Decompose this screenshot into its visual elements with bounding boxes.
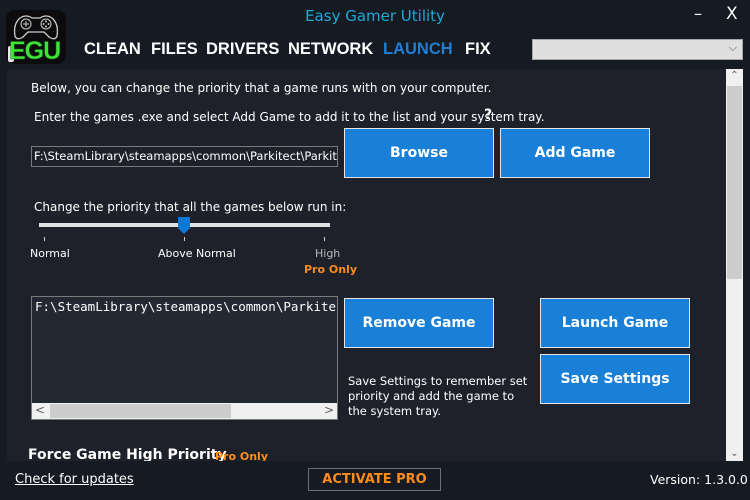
add-game-button[interactable]: Add Game bbox=[500, 128, 650, 178]
scroll-up-icon[interactable]: ⌃ bbox=[726, 70, 743, 81]
nav-tab-drivers[interactable]: DRIVERS bbox=[206, 40, 279, 59]
pro-only-badge: Pro Only bbox=[304, 263, 357, 276]
scroll-right-icon[interactable]: > bbox=[324, 403, 334, 417]
vertical-scroll-thumb[interactable] bbox=[727, 86, 742, 279]
tick-label-normal: Normal bbox=[30, 247, 70, 260]
nav-tab-fix[interactable]: FIX bbox=[465, 40, 491, 59]
force-priority-section: Force Game High Priority Pro Only bbox=[7, 440, 726, 461]
browse-button[interactable]: Browse bbox=[344, 128, 494, 178]
help-icon[interactable]: ? bbox=[484, 107, 492, 123]
nav-tab-network[interactable]: NETWORK bbox=[288, 40, 373, 59]
nav-tab-clean[interactable]: CLEAN bbox=[84, 40, 141, 59]
horizontal-scrollbar[interactable]: < > bbox=[32, 403, 337, 419]
scroll-left-icon[interactable]: < bbox=[35, 403, 45, 417]
priority-slider-thumb[interactable] bbox=[178, 217, 190, 234]
force-pro-only-badge: Pro Only bbox=[215, 450, 268, 461]
logo-text: EGU bbox=[9, 37, 62, 66]
nav-tab-files[interactable]: FILES bbox=[151, 40, 198, 59]
slider-tick-above-normal bbox=[184, 237, 185, 241]
app-logo: EGU bbox=[6, 10, 66, 66]
check-updates-link[interactable]: Check for updates bbox=[15, 472, 134, 487]
tick-label-high: High bbox=[315, 247, 341, 260]
exe-path-input[interactable]: F:\SteamLibrary\steamapps\common\Parkite… bbox=[31, 146, 338, 167]
nav-tab-launch[interactable]: LAUNCH bbox=[383, 40, 453, 59]
vertical-scrollbar[interactable]: ⌃ ⌄ bbox=[726, 69, 743, 461]
version-label: Version: 1.3.0.0 bbox=[650, 472, 748, 487]
launch-game-button[interactable]: Launch Game bbox=[540, 298, 690, 348]
intro-text: Below, you can change the priority that … bbox=[31, 81, 492, 95]
remove-game-button[interactable]: Remove Game bbox=[344, 298, 494, 348]
minimize-button[interactable]: – bbox=[694, 4, 702, 23]
slider-tick-high bbox=[324, 237, 325, 241]
priority-label: Change the priority that all the games b… bbox=[34, 200, 347, 214]
chevron-down-icon: ⌵ bbox=[728, 41, 737, 54]
tick-label-above-normal: Above Normal bbox=[158, 247, 236, 260]
horizontal-scroll-thumb[interactable] bbox=[50, 404, 231, 418]
enter-exe-instructions: Enter the games .exe and select Add Game… bbox=[34, 110, 545, 124]
profile-dropdown[interactable]: ⌵ bbox=[532, 39, 743, 60]
save-settings-button[interactable]: Save Settings bbox=[540, 354, 690, 404]
scroll-down-icon[interactable]: ⌄ bbox=[726, 448, 743, 459]
activate-pro-button[interactable]: ACTIVATE PRO bbox=[308, 468, 441, 491]
force-priority-title: Force Game High Priority bbox=[28, 447, 227, 461]
app-title: Easy Gamer Utility bbox=[305, 7, 445, 25]
close-button[interactable]: X bbox=[726, 4, 738, 24]
slider-tick-normal bbox=[44, 237, 45, 241]
game-list-item[interactable]: F:\SteamLibrary\steamapps\common\Parkite… bbox=[35, 299, 337, 314]
save-settings-note: Save Settings to remember set priority a… bbox=[348, 374, 528, 418]
game-list[interactable]: F:\SteamLibrary\steamapps\common\Parkite… bbox=[31, 296, 338, 420]
